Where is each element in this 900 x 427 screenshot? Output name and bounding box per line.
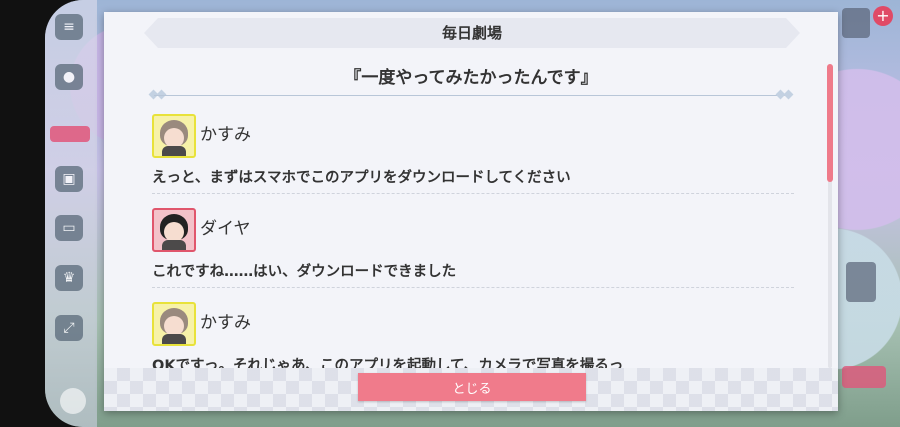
- entry-divider: [152, 287, 794, 288]
- menu-icon[interactable]: ≡: [55, 14, 83, 40]
- gift-icon[interactable]: ▣: [55, 166, 83, 192]
- dialogue-entry: ダイヤ これですね……はい、ダウンロードできました: [144, 204, 804, 298]
- dialogue-line: OKですっ。それじゃあ、このアプリを起動して、カメラで写真を撮るっ: [152, 358, 624, 368]
- entry-divider: [152, 193, 794, 194]
- expand-icon[interactable]: ⤢: [55, 315, 83, 341]
- close-button[interactable]: とじる: [358, 373, 586, 401]
- dialog-title-banner: 毎日劇場: [144, 18, 800, 48]
- avatar: [152, 114, 196, 158]
- story-title: 『一度やってみたかったんです』: [344, 68, 598, 88]
- trophy-icon[interactable]: ♛: [55, 265, 83, 291]
- avatar: [152, 208, 196, 252]
- rule-diamond-right-2: [783, 89, 794, 100]
- dialogue-line: これですね……はい、ダウンロードできました: [152, 264, 457, 280]
- dialog-title: 毎日劇場: [441, 24, 502, 42]
- speaker-name: かすみ: [200, 313, 251, 333]
- dialogue-entry: かすみ OKですっ。それじゃあ、このアプリを起動して、カメラで写真を撮るっ: [144, 298, 804, 368]
- right-side-panel: [840, 0, 900, 427]
- side-button[interactable]: [846, 262, 876, 302]
- resource-box: [842, 8, 870, 38]
- speaker-name: ダイヤ: [200, 219, 251, 239]
- side-banner[interactable]: [842, 366, 886, 388]
- daily-theater-dialog: 毎日劇場 『一度やってみたかったんです』 かすみ えっと、まずはスマホでこのアプ…: [104, 12, 838, 411]
- dialogue-entry: かすみ えっと、まずはスマホでこのアプリをダウンロードしてください: [144, 110, 804, 204]
- title-divider: [154, 95, 790, 96]
- monitor-icon[interactable]: ▭: [55, 215, 83, 241]
- avatar: [152, 302, 196, 346]
- speaker-name: かすみ: [200, 125, 251, 145]
- profile-icon[interactable]: [60, 388, 86, 414]
- event-tag[interactable]: [50, 126, 90, 142]
- chat-icon[interactable]: ●: [55, 64, 83, 90]
- scrollbar-thumb[interactable]: [827, 64, 833, 182]
- dialogue-line: えっと、まずはスマホでこのアプリをダウンロードしてください: [152, 170, 571, 186]
- plus-icon[interactable]: +: [873, 6, 893, 26]
- dialogue-scroll-area[interactable]: かすみ えっと、まずはスマホでこのアプリをダウンロードしてください ダイヤ これ…: [144, 110, 804, 368]
